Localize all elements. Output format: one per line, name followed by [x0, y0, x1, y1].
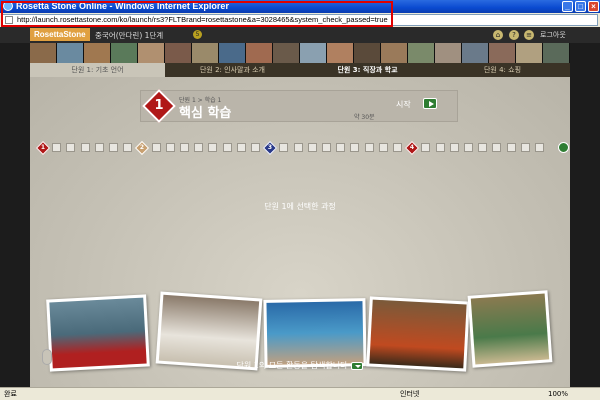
- unit-tabs: 단원 1: 기초 언어 단원 2: 인사말과 소개 단원 3: 직장과 학교 단…: [30, 63, 570, 77]
- close-button[interactable]: ×: [588, 1, 599, 12]
- activity-square[interactable]: [421, 143, 430, 152]
- activity-square[interactable]: [535, 143, 544, 152]
- address-bar[interactable]: http://launch.rosettastone.com/ko/launch…: [2, 14, 598, 26]
- lesson-marker-number: 3: [267, 144, 273, 151]
- activity-square[interactable]: [95, 143, 104, 152]
- rosetta-app: RosettaStone 중국어(만다린) 1단계 5 ⌂ ? ≡ 로그아웃 단…: [0, 27, 600, 387]
- start-button[interactable]: [423, 98, 437, 109]
- explore-expand-button[interactable]: [351, 361, 364, 370]
- activity-square[interactable]: [66, 143, 75, 152]
- status-text: 완료: [4, 390, 17, 398]
- lesson-marker-number: 1: [40, 144, 46, 151]
- minimize-button[interactable]: _: [562, 1, 573, 12]
- help-icon[interactable]: ?: [509, 30, 519, 40]
- url-text: http://launch.rosettastone.com/ko/launch…: [17, 15, 388, 24]
- window-title: Rosetta Stone Online - Windows Internet …: [16, 1, 229, 11]
- activity-square[interactable]: [166, 143, 175, 152]
- activity-square[interactable]: [251, 143, 260, 152]
- browser-window: Rosetta Stone Online - Windows Internet …: [0, 0, 600, 400]
- activity-square[interactable]: [379, 143, 388, 152]
- explore-label: 단원 1의 모든 활동을 탐색합니다: [236, 361, 348, 370]
- activity-square[interactable]: [350, 143, 359, 152]
- activity-square[interactable]: [450, 143, 459, 152]
- activity-square[interactable]: [336, 143, 345, 152]
- logout-link[interactable]: 로그아웃: [540, 30, 566, 40]
- activity-square[interactable]: [308, 143, 317, 152]
- page-icon: [5, 16, 13, 24]
- rosetta-logo: RosettaStone: [30, 28, 90, 41]
- activity-square[interactable]: [109, 143, 118, 152]
- activity-square[interactable]: [208, 143, 217, 152]
- course-switch-icon[interactable]: 5: [193, 30, 202, 39]
- activity-square[interactable]: [194, 143, 203, 152]
- settings-icon[interactable]: ≡: [524, 30, 534, 40]
- tab-unit-3[interactable]: 단원 3: 직장과 학교: [300, 63, 435, 77]
- photo-strip: [30, 43, 570, 63]
- activity-square[interactable]: [478, 143, 487, 152]
- activity-square[interactable]: [279, 143, 288, 152]
- status-bar: 완료 인터넷 100%: [0, 387, 600, 400]
- activity-square[interactable]: [507, 143, 516, 152]
- explore-all[interactable]: 단원 1의 모든 활동을 탐색합니다: [30, 360, 570, 371]
- activity-square[interactable]: [294, 143, 303, 152]
- photo-cup: [467, 290, 553, 368]
- home-icon[interactable]: ⌂: [493, 30, 503, 40]
- lesson-title: 핵심 학습: [179, 106, 232, 121]
- tab-unit-1[interactable]: 단원 1: 기초 언어: [30, 63, 165, 77]
- activity-square[interactable]: [123, 143, 132, 152]
- photo-students: [155, 291, 263, 371]
- lesson-card[interactable]: 1 단원 1 > 학습 1 핵심 학습 약 30분 시작: [140, 89, 458, 123]
- lesson-marker-number: 2: [139, 144, 145, 151]
- activity-square[interactable]: [52, 143, 61, 152]
- title-bar: Rosetta Stone Online - Windows Internet …: [0, 0, 600, 13]
- security-zone: 인터넷: [400, 390, 420, 398]
- activity-square[interactable]: [237, 143, 246, 152]
- app-top-bar: RosettaStone 중국어(만다린) 1단계 5 ⌂ ? ≡ 로그아웃: [0, 27, 600, 43]
- course-title: 중국어(만다린) 1단계: [95, 31, 164, 40]
- activity-square[interactable]: [492, 143, 501, 152]
- ie-icon: [3, 1, 13, 11]
- activity-square[interactable]: [81, 143, 90, 152]
- activity-square[interactable]: [365, 143, 374, 152]
- activity-square[interactable]: [180, 143, 189, 152]
- activity-square[interactable]: [152, 143, 161, 152]
- tab-unit-4[interactable]: 단원 4: 쇼핑: [435, 63, 570, 77]
- activity-square[interactable]: [436, 143, 445, 152]
- activity-square[interactable]: [393, 143, 402, 152]
- activity-square[interactable]: [322, 143, 331, 152]
- lesson-marker-number: 4: [409, 144, 415, 151]
- zoom-level[interactable]: 100%: [548, 388, 568, 400]
- lesson-progress-track: 1 2 3 4: [35, 140, 569, 156]
- lesson-duration: 약 30분: [354, 114, 375, 121]
- progress-end-icon[interactable]: [558, 142, 569, 153]
- unit-selected-text: 단원 1에 선택한 과정: [264, 202, 336, 211]
- photo-reef: [263, 298, 367, 368]
- maximize-button[interactable]: □: [575, 1, 586, 12]
- lesson-number: 1: [154, 98, 164, 113]
- lesson-panel: 1 단원 1 > 학습 1 핵심 학습 약 30분 시작 1 2 3 4 단원 1에 …: [30, 77, 570, 387]
- tab-unit-2[interactable]: 단원 2: 인사말과 소개: [165, 63, 300, 77]
- activity-square[interactable]: [223, 143, 232, 152]
- activity-square[interactable]: [521, 143, 530, 152]
- start-label[interactable]: 시작: [396, 99, 411, 110]
- activity-square[interactable]: [464, 143, 473, 152]
